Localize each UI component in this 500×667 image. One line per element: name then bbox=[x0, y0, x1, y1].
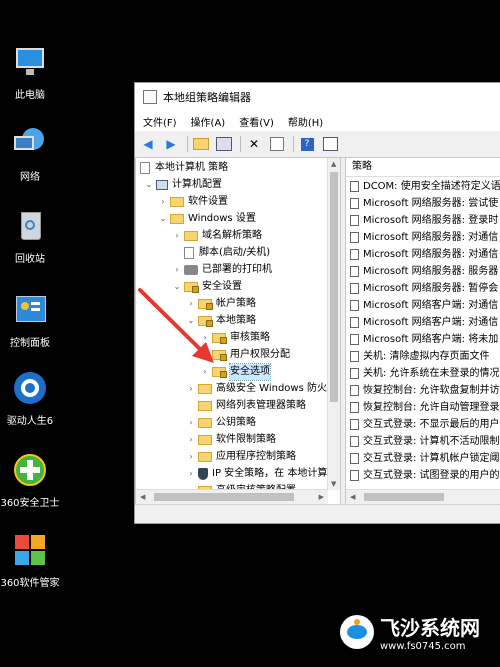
watermark-title: 飞沙系统网 bbox=[380, 616, 480, 640]
watermark-logo-icon bbox=[340, 615, 374, 649]
watermark: 飞沙系统网 www.fs0745.com bbox=[340, 612, 480, 652]
annotation-arrow bbox=[138, 288, 214, 363]
arrow-shaft bbox=[138, 288, 207, 356]
watermark-url: www.fs0745.com bbox=[380, 641, 466, 652]
